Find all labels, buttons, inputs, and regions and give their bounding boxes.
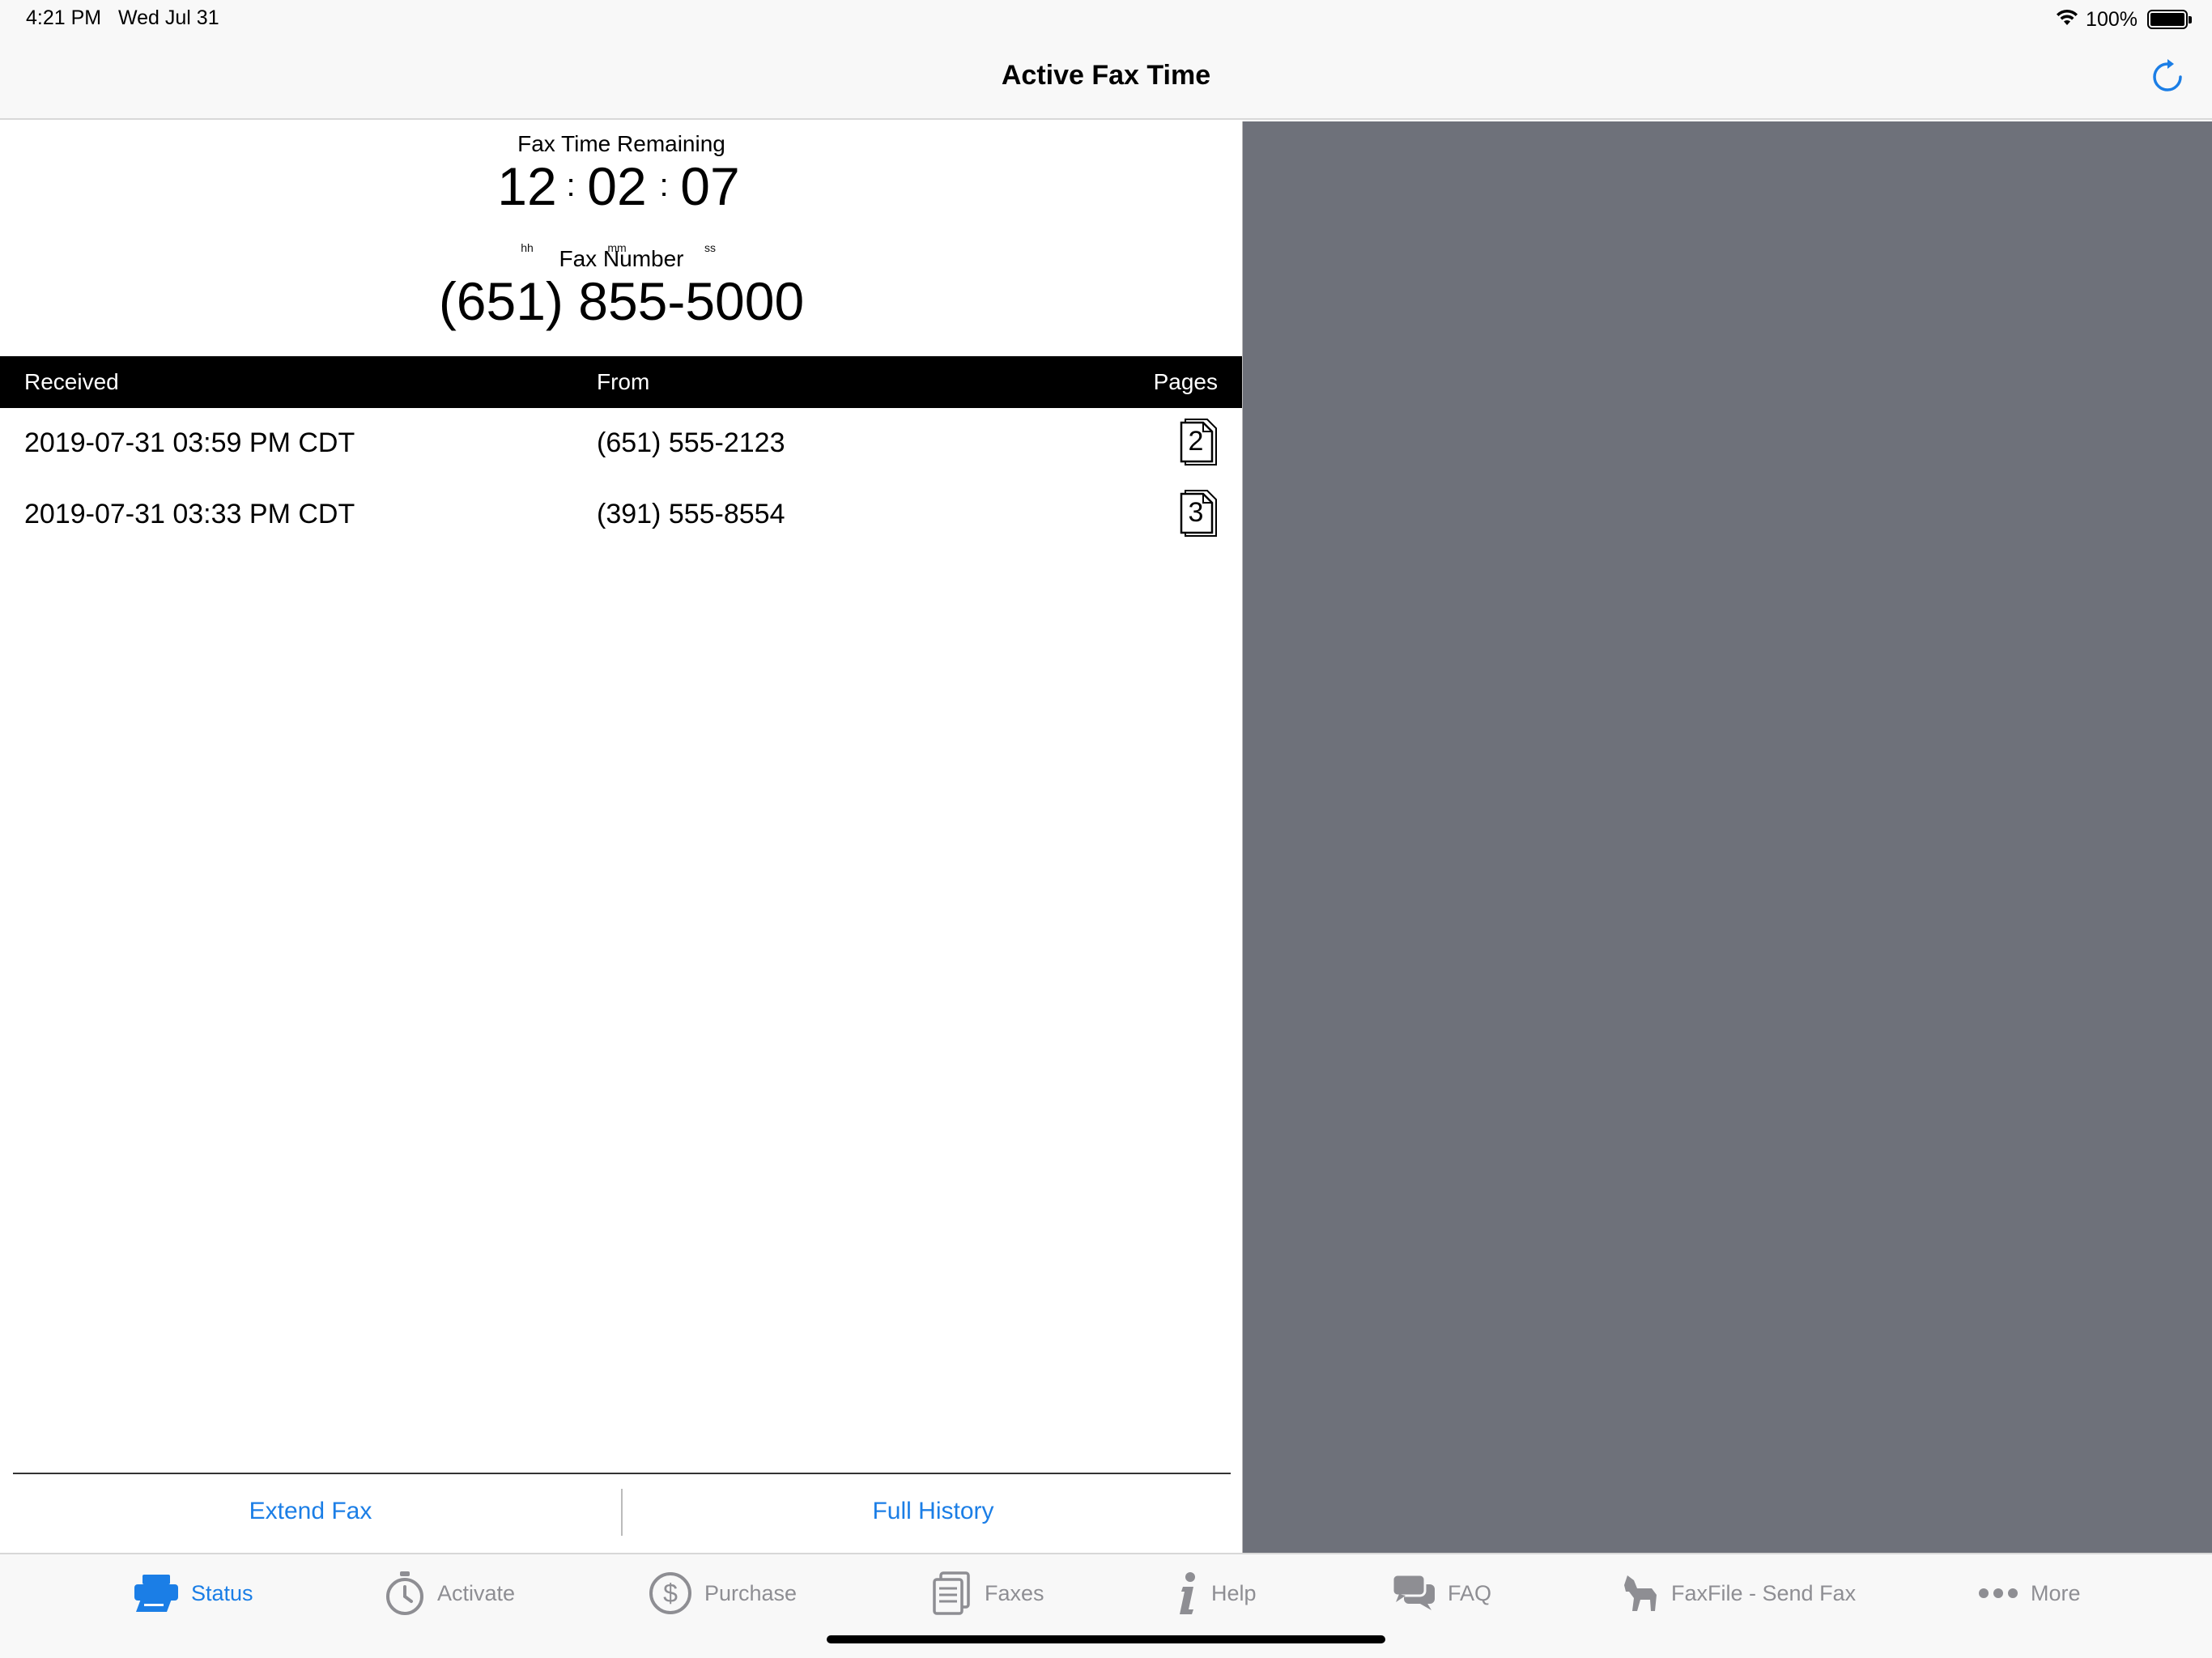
status-bar: 4:21 PM Wed Jul 31 100%	[0, 0, 2212, 39]
status-time: 4:21 PM	[26, 6, 102, 29]
actions-divider	[13, 1473, 1231, 1474]
detail-pane	[1243, 121, 2212, 1553]
battery-percent: 100%	[2086, 7, 2138, 31]
column-header-from: From	[597, 369, 650, 394]
home-indicator	[827, 1635, 1385, 1643]
fax-time-countdown: 12 : 02 : 07 hh mm ss	[0, 154, 1243, 254]
refresh-button[interactable]	[2147, 57, 2188, 97]
from-cell: (391) 555-8554	[597, 499, 785, 529]
more-dots-icon	[1979, 1588, 2018, 1598]
tab-more[interactable]: More	[1977, 1569, 2081, 1618]
page-count: 2	[1188, 426, 1204, 457]
received-cell: 2019-07-31 03:33 PM CDT	[24, 499, 355, 529]
info-icon	[1180, 1572, 1195, 1614]
chat-bubbles-icon	[1391, 1573, 1435, 1610]
timer-minutes: 02	[587, 156, 647, 216]
full-history-button[interactable]: Full History	[623, 1498, 1244, 1525]
fax-number-value: (651) 855-5000	[438, 271, 805, 331]
navigation-bar: Active Fax Time	[0, 39, 2212, 120]
tab-label: Status	[191, 1580, 253, 1605]
tab-activate[interactable]: Activate	[384, 1569, 515, 1618]
document-stack-icon	[933, 1571, 970, 1615]
tab-faxes[interactable]: Faxes	[931, 1569, 1044, 1618]
dollar-coin-icon: $	[649, 1572, 691, 1614]
status-date: Wed Jul 31	[118, 6, 219, 29]
tab-help[interactable]: Help	[1176, 1569, 1257, 1618]
svg-text:$: $	[663, 1579, 678, 1608]
timer-hours: 12	[497, 156, 557, 216]
page-count: 3	[1188, 497, 1204, 528]
tab-label: Purchase	[704, 1580, 798, 1605]
timer-colon: :	[659, 168, 669, 203]
extend-fax-button[interactable]: Extend Fax	[0, 1498, 621, 1525]
tab-faq[interactable]: FAQ	[1391, 1569, 1491, 1618]
column-header-pages: Pages	[1153, 369, 1218, 394]
timer-seconds: 07	[680, 156, 740, 216]
tab-status[interactable]: Status	[133, 1569, 253, 1618]
table-header: Received From Pages	[0, 356, 1243, 408]
tab-purchase[interactable]: $ Purchase	[648, 1569, 797, 1618]
battery-icon	[2147, 10, 2192, 29]
tab-label: Activate	[437, 1580, 516, 1605]
tab-label: FaxFile - Send Fax	[1671, 1580, 1857, 1605]
tab-label: Faxes	[985, 1580, 1044, 1605]
tab-label: Help	[1211, 1580, 1257, 1605]
fax-number-label: Fax Number	[559, 246, 684, 271]
from-cell: (651) 555-2123	[597, 427, 785, 458]
refresh-icon	[2153, 59, 2182, 91]
table-row[interactable]: 2019-07-31 03:33 PM CDT (391) 555-8554 3	[0, 479, 1243, 551]
received-cell: 2019-07-31 03:59 PM CDT	[24, 427, 355, 458]
tab-label: FAQ	[1448, 1580, 1492, 1605]
status-pane: Fax Time Remaining 12 : 02 : 07 hh mm ss…	[0, 121, 1243, 1553]
printer-icon	[134, 1575, 178, 1612]
tab-label: More	[2031, 1580, 2081, 1605]
status-right: 100%	[2055, 5, 2192, 34]
stopwatch-icon	[386, 1571, 423, 1615]
dog-icon	[1624, 1575, 1657, 1611]
table-row[interactable]: 2019-07-31 03:59 PM CDT (651) 555-2123 2	[0, 408, 1243, 479]
wifi-icon	[2055, 7, 2079, 32]
page-title: Active Fax Time	[1001, 60, 1211, 91]
tab-faxfile-send-fax[interactable]: FaxFile - Send Fax	[1623, 1569, 1856, 1618]
column-header-received: Received	[24, 369, 119, 394]
timer-colon: :	[566, 168, 576, 203]
